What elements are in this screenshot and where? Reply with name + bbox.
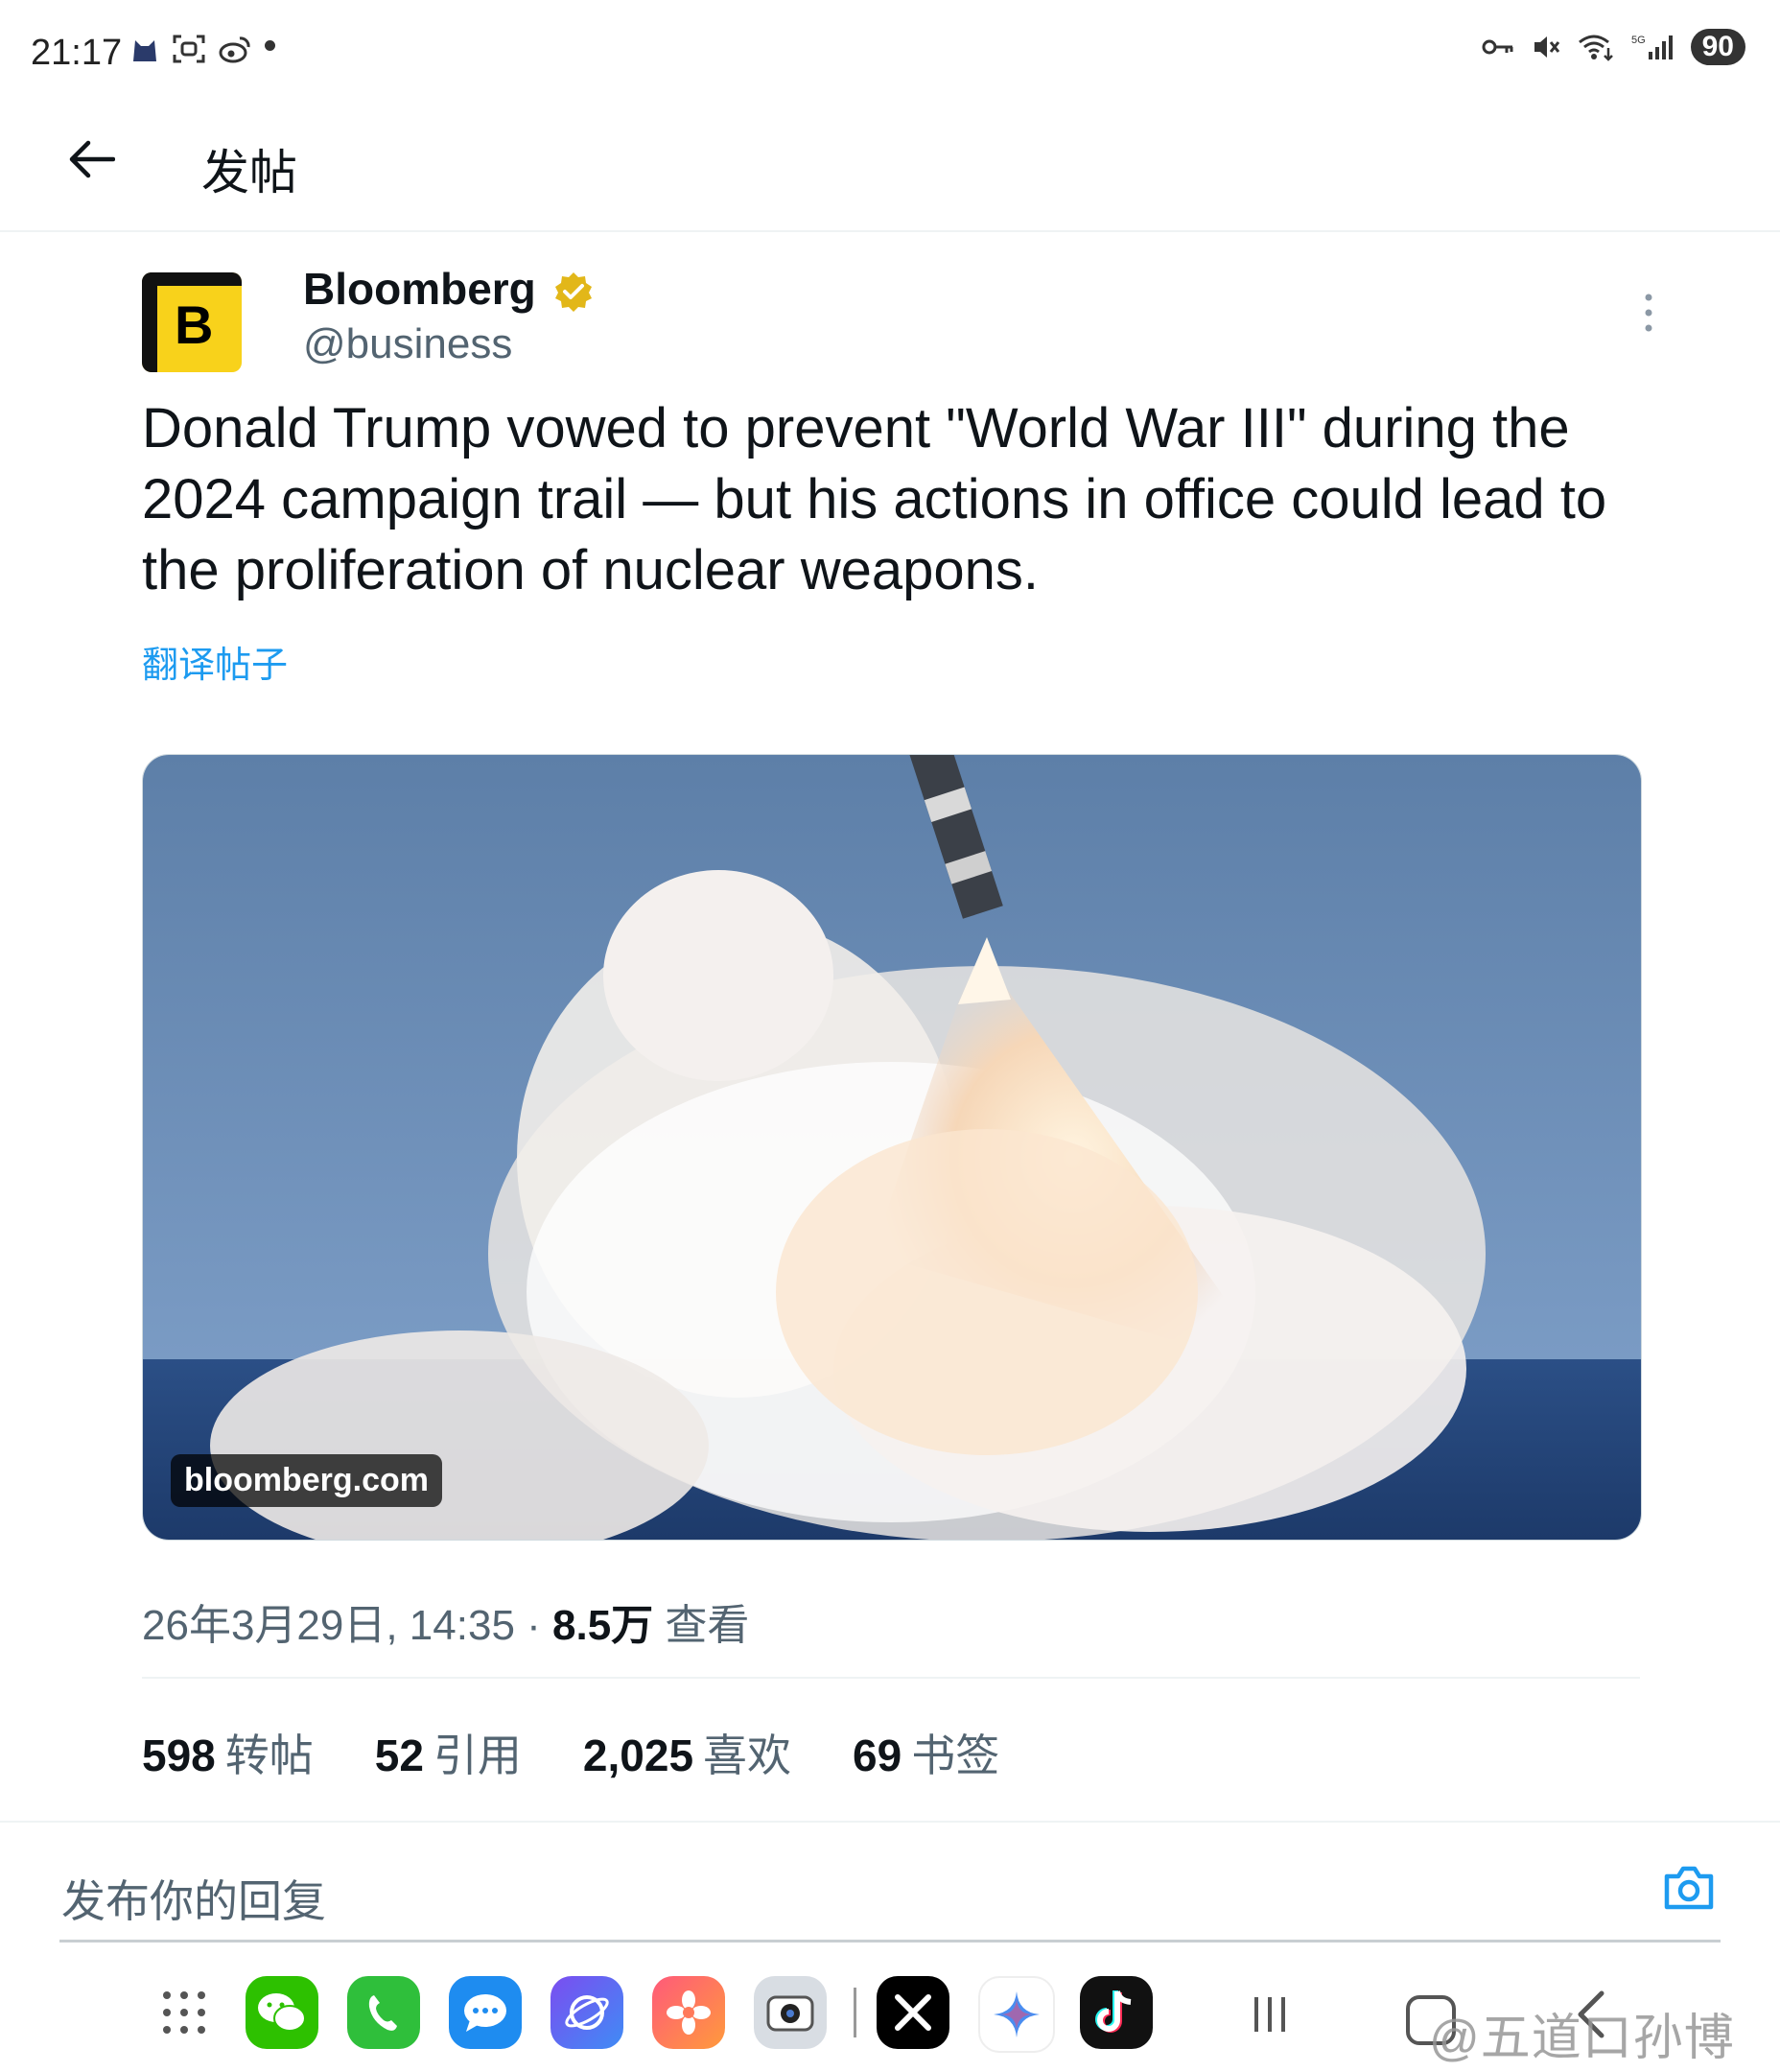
phone-icon[interactable]: [347, 1976, 420, 2049]
browser-icon[interactable]: [550, 1976, 623, 2049]
stat-count: 2,025: [582, 1731, 694, 1780]
status-time: 21:17: [31, 33, 123, 73]
author-name[interactable]: Bloomberg: [303, 263, 536, 315]
timestamp: 26年3月29日, 14:35 ·: [142, 1602, 553, 1649]
mute-icon: [1534, 36, 1559, 58]
key-icon: [1482, 39, 1513, 55]
divider: [142, 1677, 1640, 1679]
x-icon[interactable]: [877, 1976, 949, 2049]
verified-badge-icon: [552, 271, 595, 318]
stat-bookmarks[interactable]: 69 书签: [853, 1721, 999, 1784]
battery-indicator: 90: [1690, 29, 1745, 65]
views-count[interactable]: 8.5万: [552, 1602, 653, 1649]
stat-label: 喜欢: [703, 1731, 792, 1780]
avatar-strip: [142, 272, 157, 372]
dock-separator: [854, 1988, 856, 2037]
status-left-icons: [130, 35, 251, 63]
wechat-icon[interactable]: [246, 1976, 318, 2049]
header-divider: [0, 230, 1780, 232]
stat-quotes[interactable]: 52 引用: [375, 1721, 522, 1784]
stat-likes[interactable]: 2,025 喜欢: [583, 1721, 791, 1784]
notification-dot: [265, 40, 275, 51]
reply-input[interactable]: 发布你的回复: [61, 1867, 326, 1930]
avatar-strip-top: [142, 272, 242, 286]
engagement-stats: 598 转帖 52 引用 2,025 喜欢 69 书签: [142, 1721, 999, 1784]
recent-apps-button[interactable]: [1249, 1993, 1291, 2040]
arrow-left-icon: [69, 140, 115, 178]
camera-icon: [1664, 1866, 1714, 1910]
camera-app-icon[interactable]: [754, 1976, 827, 2049]
scan-icon: [173, 35, 205, 63]
stat-count: 69: [853, 1731, 902, 1780]
app-drawer-icon[interactable]: [163, 1991, 209, 2037]
avatar-letter: B: [175, 294, 214, 355]
watermark: @五道口孙博: [1429, 2011, 1735, 2066]
gemini-icon[interactable]: [978, 1976, 1055, 2053]
stat-label: 引用: [433, 1731, 522, 1780]
messages-icon[interactable]: [449, 1976, 522, 2049]
missile-launch-image: [143, 755, 1641, 1540]
stat-count: 598: [142, 1731, 216, 1780]
reply-underline: [59, 1940, 1721, 1942]
tweet-media-image[interactable]: [142, 754, 1642, 1541]
tiktok-icon[interactable]: [1080, 1976, 1153, 2049]
media-domain-label[interactable]: bloomberg.com: [171, 1454, 443, 1507]
translate-post-link[interactable]: 翻译帖子: [142, 635, 288, 688]
weibo-icon: [219, 36, 250, 63]
recent-apps-icon: [1254, 1997, 1285, 2032]
stat-label: 书签: [911, 1731, 1000, 1780]
divider: [0, 1821, 1780, 1823]
cat-icon: [133, 40, 156, 61]
views-label: 查看: [653, 1602, 750, 1649]
author-handle[interactable]: @business: [303, 320, 512, 368]
status-right-icons: 5G 90: [1482, 29, 1745, 65]
svg-text:5G: 5G: [1631, 35, 1646, 46]
stat-label: 转帖: [224, 1731, 314, 1780]
more-options-button[interactable]: [1634, 290, 1663, 336]
page-title: 发帖: [201, 146, 297, 200]
tweet-meta: 26年3月29日, 14:35 · 8.5万 查看: [142, 1590, 749, 1652]
more-vertical-icon: [1645, 294, 1652, 332]
gallery-icon[interactable]: [652, 1976, 725, 2049]
wifi-icon: [1578, 35, 1613, 61]
avatar[interactable]: B: [142, 272, 242, 372]
stat-count: 52: [374, 1731, 424, 1780]
camera-button[interactable]: [1663, 1863, 1715, 1916]
back-button[interactable]: [61, 129, 123, 190]
stat-reposts[interactable]: 598 转帖: [142, 1721, 314, 1784]
signal-5g-icon: 5G: [1631, 35, 1673, 59]
tweet-text: Donald Trump vowed to prevent "World War…: [142, 397, 1607, 601]
